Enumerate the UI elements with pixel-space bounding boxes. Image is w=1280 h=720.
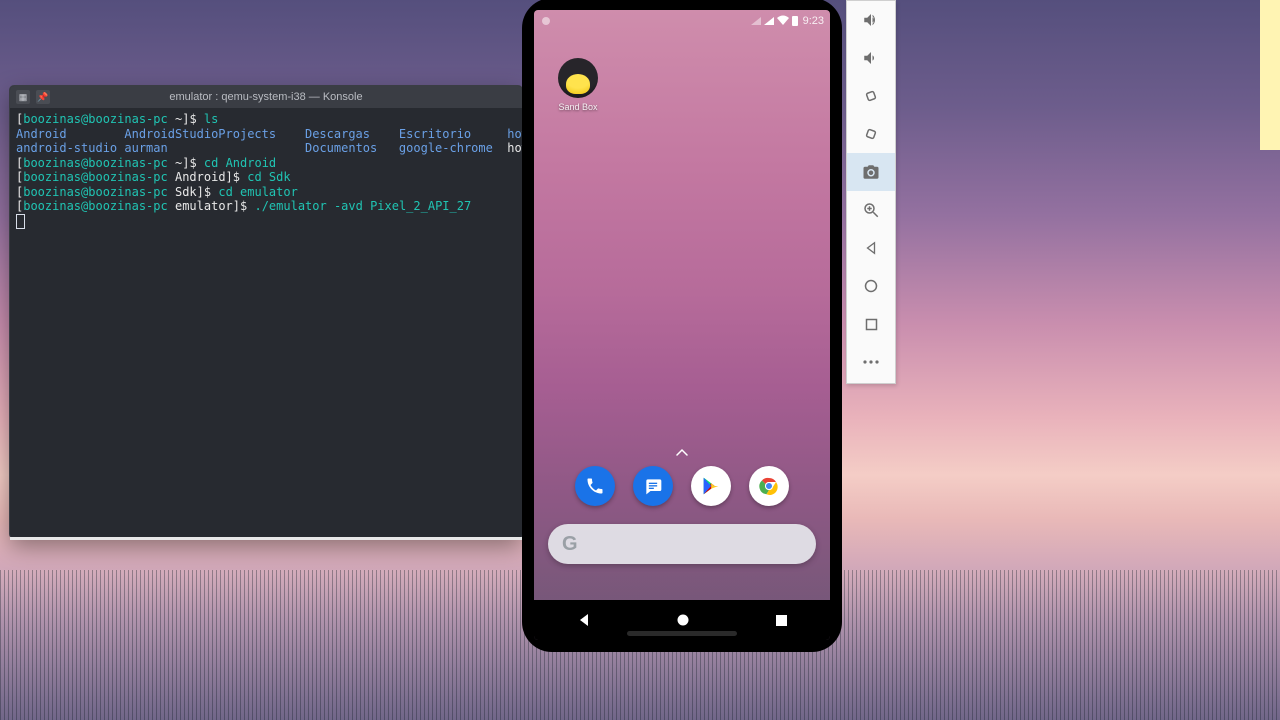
- status-notification-dot: [542, 17, 550, 25]
- signal-empty-icon: [751, 17, 761, 25]
- status-clock: 9:23: [803, 15, 824, 27]
- app-drawer-handle[interactable]: [676, 446, 688, 458]
- battery-icon: [792, 16, 798, 26]
- nav-overview-button[interactable]: [775, 614, 788, 627]
- google-g-icon: G: [562, 533, 578, 556]
- emu-screenshot-button[interactable]: [847, 153, 895, 191]
- emu-volume-down-button[interactable]: [847, 39, 895, 77]
- nav-back-button[interactable]: [576, 612, 592, 628]
- emu-zoom-button[interactable]: [847, 191, 895, 229]
- terminal-window[interactable]: ▦ 📌 emulator : qemu-system-i38 — Konsole…: [10, 86, 522, 538]
- signal-icon: [764, 17, 774, 25]
- dock-messages-icon[interactable]: [633, 466, 673, 506]
- emulator-device-frame: 9:23 Sand Box: [524, 0, 840, 650]
- emu-rotate-left-button[interactable]: [847, 77, 895, 115]
- android-dock: [534, 466, 830, 514]
- emu-volume-up-button[interactable]: [847, 1, 895, 39]
- android-status-bar[interactable]: 9:23: [534, 10, 830, 32]
- dock-phone-icon[interactable]: [575, 466, 615, 506]
- home-app-label: Sand Box: [552, 102, 604, 112]
- terminal-resize-handle[interactable]: [10, 537, 522, 540]
- dock-playstore-icon[interactable]: [691, 466, 731, 506]
- phone-chin-bar: [627, 631, 737, 636]
- emu-more-button[interactable]: [847, 343, 895, 381]
- emulator-toolbar: [846, 0, 896, 384]
- emu-home-button[interactable]: [847, 267, 895, 305]
- emulator-screen[interactable]: 9:23 Sand Box: [534, 10, 830, 640]
- terminal-tab-icon[interactable]: ▦: [16, 90, 30, 104]
- terminal-body[interactable]: [boozinas@boozinas-pc ~]$ ls Android And…: [10, 108, 522, 236]
- sticky-note-corner: [1260, 0, 1280, 150]
- emu-back-button[interactable]: [847, 229, 895, 267]
- wifi-icon: [777, 15, 789, 28]
- desktop-wallpaper: ▦ 📌 emulator : qemu-system-i38 — Konsole…: [0, 0, 1280, 720]
- emu-rotate-right-button[interactable]: [847, 115, 895, 153]
- google-search-bar[interactable]: G: [548, 524, 816, 564]
- terminal-titlebar[interactable]: ▦ 📌 emulator : qemu-system-i38 — Konsole: [10, 86, 522, 108]
- home-app-sandbox[interactable]: Sand Box: [552, 58, 604, 112]
- sandbox-app-icon: [558, 58, 598, 98]
- nav-home-button[interactable]: [676, 613, 690, 627]
- search-input[interactable]: [588, 535, 802, 553]
- terminal-pin-icon[interactable]: 📌: [36, 90, 50, 104]
- dock-chrome-icon[interactable]: [749, 466, 789, 506]
- emu-overview-button[interactable]: [847, 305, 895, 343]
- terminal-title: emulator : qemu-system-i38 — Konsole: [50, 91, 482, 103]
